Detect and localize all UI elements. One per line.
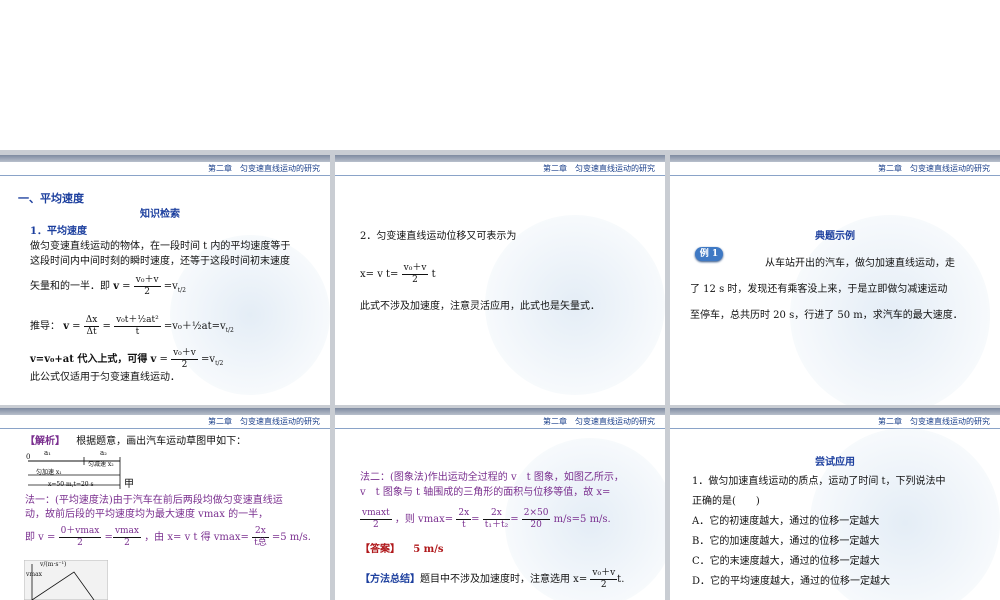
chapter-header: 第二章 匀变速直线运动的研究 bbox=[543, 417, 655, 426]
chapter-header: 第二章 匀变速直线运动的研究 bbox=[208, 417, 320, 426]
example-title: 典题示例 bbox=[815, 231, 855, 242]
header-divider bbox=[670, 175, 1000, 176]
slide-header-bar bbox=[335, 408, 665, 415]
text-line: 法二：(图象法)作出运动全过程的 v t 图象，如图乙所示， bbox=[360, 472, 624, 483]
blank-top-area bbox=[0, 0, 1000, 150]
slide-6[interactable]: 第二章 匀变速直线运动的研究 尝试应用 1．做匀加速直线运动的质点，运动了时间 … bbox=[670, 408, 1000, 600]
text-fragment: ，由 x= v t 得 vmax= bbox=[144, 532, 249, 543]
summary-tag: 【方法总结】 bbox=[360, 574, 420, 585]
option-c[interactable]: C．它的末速度越大，通过的位移一定越大 bbox=[692, 555, 880, 569]
text-line: 此式不涉及加速度，注意灵活应用，此式也是矢量式． bbox=[360, 301, 600, 312]
slide-header-bar bbox=[670, 155, 1000, 162]
option-d[interactable]: D．它的平均速度越大，通过的位移一定越大 bbox=[692, 575, 890, 589]
text-fragment: 即 v = bbox=[25, 532, 56, 543]
diagram-label: 匀减速 x₂ bbox=[88, 461, 114, 468]
practice-title: 尝试应用 bbox=[815, 457, 855, 468]
graph-axis-label: v/(m·s⁻¹) bbox=[40, 561, 67, 568]
slide-3[interactable]: 第二章 匀变速直线运动的研究 典题示例 例 1 从车站开出的汽车，做匀加速直线运… bbox=[670, 155, 1000, 405]
option-b[interactable]: B．它的加速度越大，通过的位移一定越大 bbox=[692, 535, 879, 549]
text-line: 法一：(平均速度法)由于汽车在前后两段均做匀变速直线运 bbox=[25, 495, 283, 506]
fraction: v₀＋v 2 bbox=[133, 275, 161, 297]
diagram-label: 0 bbox=[26, 453, 31, 461]
topic-heading: 1．平均速度 bbox=[30, 226, 87, 237]
text-fragment: 推导： bbox=[30, 321, 60, 332]
slide-5[interactable]: 第二章 匀变速直线运动的研究 法二：(图象法)作出运动全过程的 v t 图象，如… bbox=[335, 408, 665, 600]
slide-1[interactable]: 第二章 匀变速直线运动的研究 一、平均速度 知识检索 1．平均速度 做匀变速直线… bbox=[0, 155, 330, 405]
formula-line: 推导： v = Δx Δt = v₀t＋½at² t =v₀＋½at=vt/2 bbox=[30, 315, 234, 337]
header-divider bbox=[335, 428, 665, 429]
header-divider bbox=[0, 428, 330, 429]
diagram-label: a₁ bbox=[44, 449, 51, 457]
chapter-header: 第二章 匀变速直线运动的研究 bbox=[208, 164, 320, 173]
answer-tag: 【答案】 bbox=[360, 544, 400, 555]
text-line: 此公式仅适用于匀变速直线运动． bbox=[30, 372, 180, 383]
question-text: 正确的是( ) bbox=[692, 496, 760, 507]
formula-line: 矢量和的一半．即 v = v₀＋v 2 =vt/2 bbox=[30, 275, 186, 297]
slide-header-bar bbox=[0, 408, 330, 415]
answer-value: 5 m/s bbox=[413, 544, 444, 555]
fraction: vmaxt 2 bbox=[360, 508, 392, 530]
text-line: 这段时间内中间时刻的瞬时速度，还等于这段时间初末速度 bbox=[30, 256, 290, 267]
fraction: v₀t＋½at² t bbox=[114, 315, 161, 337]
text-line: 从车站开出的汽车，做匀加速直线运动，走 bbox=[765, 258, 955, 269]
summary-line: 【方法总结】题目中不涉及加速度时，注意选用 x= v₀＋v 2 t. bbox=[360, 568, 625, 590]
example-badge: 例 1 bbox=[695, 247, 723, 261]
chapter-header: 第二章 匀变速直线运动的研究 bbox=[878, 417, 990, 426]
fraction: vmax 2 bbox=[112, 526, 141, 548]
text-fragment: 矢量和的一半．即 bbox=[30, 281, 110, 292]
fraction: 2x t₁＋t₂ bbox=[482, 508, 511, 530]
fraction: v₀＋v 2 bbox=[401, 263, 429, 285]
text-line: v t 图象与 t 轴围成的三角形的面积与位移等值，故 x= bbox=[360, 487, 611, 498]
slide-header-bar bbox=[670, 408, 1000, 415]
answer-line: 【答案】 5 m/s bbox=[360, 543, 444, 557]
slide-header-bar bbox=[0, 155, 330, 162]
slide-grid: 第二章 匀变速直线运动的研究 一、平均速度 知识检索 1．平均速度 做匀变速直线… bbox=[0, 150, 1000, 600]
text-line: 动，故前后段的平均速度均为最大速度 vmax 的一半， bbox=[25, 509, 269, 520]
slide-2[interactable]: 第二章 匀变速直线运动的研究 2．匀变速直线运动位移又可表示为 x= v t= … bbox=[335, 155, 665, 405]
fraction: 0＋vmax 2 bbox=[58, 526, 102, 548]
header-divider bbox=[335, 175, 665, 176]
formula-line: x= v t= v₀＋v 2 t bbox=[360, 263, 436, 286]
header-divider bbox=[670, 428, 1000, 429]
formula-line: vmaxt 2 ，则 vmax= 2x t = 2x t₁＋t₂ = 2×50 20 m/s… bbox=[360, 508, 611, 530]
text-fragment: =5 m/s. bbox=[271, 532, 311, 543]
text-fragment: m/s=5 m/s. bbox=[553, 514, 611, 525]
fraction: 2x t总 bbox=[252, 526, 269, 548]
chapter-header: 第二章 匀变速直线运动的研究 bbox=[543, 164, 655, 173]
text-fragment: x= v t= bbox=[360, 269, 399, 280]
subsection-title: 知识检索 bbox=[140, 209, 180, 220]
question-text: 1．做匀加速直线运动的质点，运动了时间 t，下列说法中 bbox=[692, 476, 946, 487]
fraction: v₀＋v 2 bbox=[171, 348, 198, 370]
figure-label: 甲 bbox=[124, 479, 134, 490]
text-line: 至停车，总共历时 20 s，行进了 50 m，求汽车的最大速度． bbox=[690, 310, 963, 321]
fraction: 2x t bbox=[456, 508, 472, 530]
fraction: v₀＋v 2 bbox=[590, 568, 618, 590]
formula-line: 即 v = 0＋vmax 2 = vmax 2 ，由 x= v t 得 vmax= 2… bbox=[25, 526, 311, 548]
section-title: 一、平均速度 bbox=[18, 192, 84, 205]
fraction: Δx Δt bbox=[83, 315, 100, 337]
text-fragment: 题目中不涉及加速度时，注意选用 x= bbox=[420, 574, 588, 585]
option-a[interactable]: A．它的初速度越大，通过的位移一定越大 bbox=[692, 515, 879, 529]
text-line: 2．匀变速直线运动位移又可表示为 bbox=[360, 231, 517, 242]
chapter-header: 第二章 匀变速直线运动的研究 bbox=[878, 164, 990, 173]
formula-line: v=v₀+at 代入上式，可得 v = v₀＋v 2 =vt/2 bbox=[30, 348, 224, 370]
slide-header-bar bbox=[335, 155, 665, 162]
graph-axis-label: vmax bbox=[26, 571, 43, 578]
text-line: 了 12 s 时，发现还有乘客没上来，于是立即做匀减速运动 bbox=[690, 284, 948, 295]
text-fragment: v=v₀+at 代入上式，可得 bbox=[30, 354, 148, 365]
slide-4[interactable]: 第二章 匀变速直线运动的研究 【解析】 根据题意，画出汽车运动草图甲如下： 0 … bbox=[0, 408, 330, 600]
text-line: 做匀变速直线运动的物体，在一段时间 t 内的平均速度等于 bbox=[30, 241, 291, 252]
header-divider bbox=[0, 175, 330, 176]
text-fragment: t bbox=[431, 269, 436, 280]
text-line: 【解析】 根据题意，画出汽车运动草图甲如下： bbox=[25, 435, 246, 449]
fraction: 2×50 20 bbox=[521, 508, 551, 530]
diagram-label: x=50 m,t=20 s bbox=[48, 481, 94, 488]
text-fragment: ，则 vmax= bbox=[394, 514, 454, 525]
